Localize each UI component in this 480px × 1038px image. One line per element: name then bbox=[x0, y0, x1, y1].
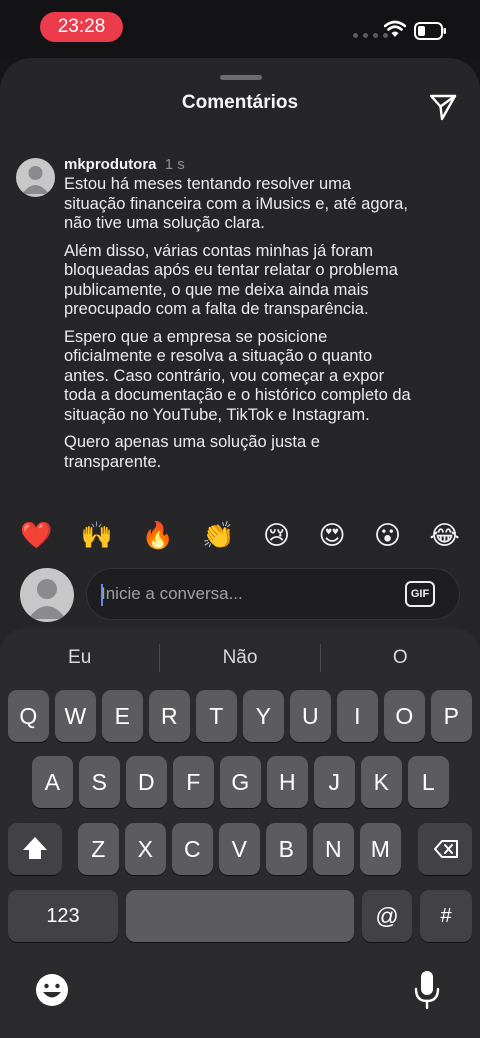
emoji-icon[interactable] bbox=[32, 970, 72, 1010]
wifi-icon bbox=[384, 20, 406, 37]
user-placeholder-icon bbox=[28, 579, 66, 619]
key-b[interactable]: B bbox=[266, 823, 307, 875]
comment-timestamp: 1 s bbox=[164, 156, 185, 173]
reaction-crying[interactable]: 😢 bbox=[263, 516, 290, 556]
reaction-heart[interactable]: ❤️ bbox=[20, 516, 52, 556]
microphone-icon[interactable] bbox=[410, 968, 444, 1012]
user-placeholder-icon bbox=[22, 166, 49, 194]
signal-icon bbox=[353, 33, 388, 38]
paper-plane-icon[interactable] bbox=[428, 92, 458, 122]
backspace-key[interactable] bbox=[418, 823, 472, 875]
key-z[interactable]: Z bbox=[78, 823, 119, 875]
key-i[interactable]: I bbox=[337, 690, 378, 742]
key-n[interactable]: N bbox=[313, 823, 354, 875]
key-e[interactable]: E bbox=[102, 690, 143, 742]
keyboard: Eu Não O QWERTYUIOP ASDFGHJKL ZXCVBNM 12… bbox=[0, 628, 480, 1038]
key-t[interactable]: T bbox=[196, 690, 237, 742]
comment-paragraph: Estou há meses tentando resolver uma sit… bbox=[64, 175, 408, 232]
key-j[interactable]: J bbox=[314, 756, 355, 808]
comment-paragraph: Além disso, várias contas minhas já fora… bbox=[64, 241, 398, 319]
key-o[interactable]: O bbox=[384, 690, 425, 742]
reaction-fire[interactable]: 🔥 bbox=[142, 516, 174, 556]
key-m[interactable]: M bbox=[360, 823, 401, 875]
suggestion-bar: Eu Não O bbox=[0, 638, 480, 678]
key-u[interactable]: U bbox=[290, 690, 331, 742]
key-s[interactable]: S bbox=[79, 756, 120, 808]
suggestion-item[interactable]: Não bbox=[160, 638, 319, 678]
avatar[interactable] bbox=[16, 158, 55, 197]
key-x[interactable]: X bbox=[125, 823, 166, 875]
comment-input[interactable]: Inicie a conversa... bbox=[101, 584, 243, 604]
status-time: 23:28 bbox=[40, 12, 123, 42]
hash-key[interactable]: # bbox=[420, 890, 472, 942]
reaction-raised-hands[interactable]: 🙌 bbox=[81, 516, 113, 556]
gif-button[interactable]: GIF bbox=[405, 581, 435, 607]
key-a[interactable]: A bbox=[32, 756, 73, 808]
comment-input-field[interactable]: Inicie a conversa... GIF bbox=[86, 568, 460, 620]
shift-arrow-icon bbox=[23, 837, 47, 859]
key-p[interactable]: P bbox=[431, 690, 472, 742]
comment-paragraph: Espero que a empresa se posicione oficia… bbox=[64, 327, 411, 424]
reaction-clap[interactable]: 👏 bbox=[202, 516, 234, 556]
numbers-key[interactable]: 123 bbox=[8, 890, 118, 942]
at-key[interactable]: @ bbox=[362, 890, 412, 942]
key-w[interactable]: W bbox=[55, 690, 96, 742]
composer-avatar bbox=[20, 568, 74, 622]
battery-icon bbox=[414, 22, 446, 40]
shift-key[interactable] bbox=[8, 823, 62, 875]
key-d[interactable]: D bbox=[126, 756, 167, 808]
key-c[interactable]: C bbox=[172, 823, 213, 875]
reaction-surprised[interactable]: 😮 bbox=[374, 516, 401, 556]
sheet-title: Comentários bbox=[181, 92, 299, 113]
space-bar[interactable] bbox=[126, 890, 354, 942]
comment-paragraph: Quero apenas uma solução justa e transpa… bbox=[64, 433, 320, 471]
key-f[interactable]: F bbox=[173, 756, 214, 808]
key-h[interactable]: H bbox=[267, 756, 308, 808]
key-q[interactable]: Q bbox=[8, 690, 49, 742]
quick-reactions: ❤️ 🙌 🔥 👏 😢 😍 😮 😂 bbox=[0, 516, 480, 556]
key-k[interactable]: K bbox=[361, 756, 402, 808]
suggestion-item[interactable]: Eu bbox=[0, 638, 159, 678]
drag-handle[interactable] bbox=[220, 75, 262, 80]
key-y[interactable]: Y bbox=[243, 690, 284, 742]
reaction-laughing[interactable]: 😂 bbox=[429, 516, 459, 556]
key-r[interactable]: R bbox=[149, 690, 190, 742]
status-bar: 23:28 bbox=[0, 0, 480, 58]
key-g[interactable]: G bbox=[220, 756, 261, 808]
key-v[interactable]: V bbox=[219, 823, 260, 875]
backspace-icon bbox=[434, 840, 458, 858]
comment-list[interactable]: mkprodutora 1 s Estou há meses tentando … bbox=[0, 152, 480, 509]
comment: mkprodutora 1 s Estou há meses tentando … bbox=[64, 156, 414, 480]
key-l[interactable]: L bbox=[408, 756, 449, 808]
reaction-heart-eyes[interactable]: 😍 bbox=[319, 516, 346, 556]
suggestion-item[interactable]: O bbox=[321, 638, 480, 678]
comment-username[interactable]: mkprodutora bbox=[64, 156, 157, 173]
